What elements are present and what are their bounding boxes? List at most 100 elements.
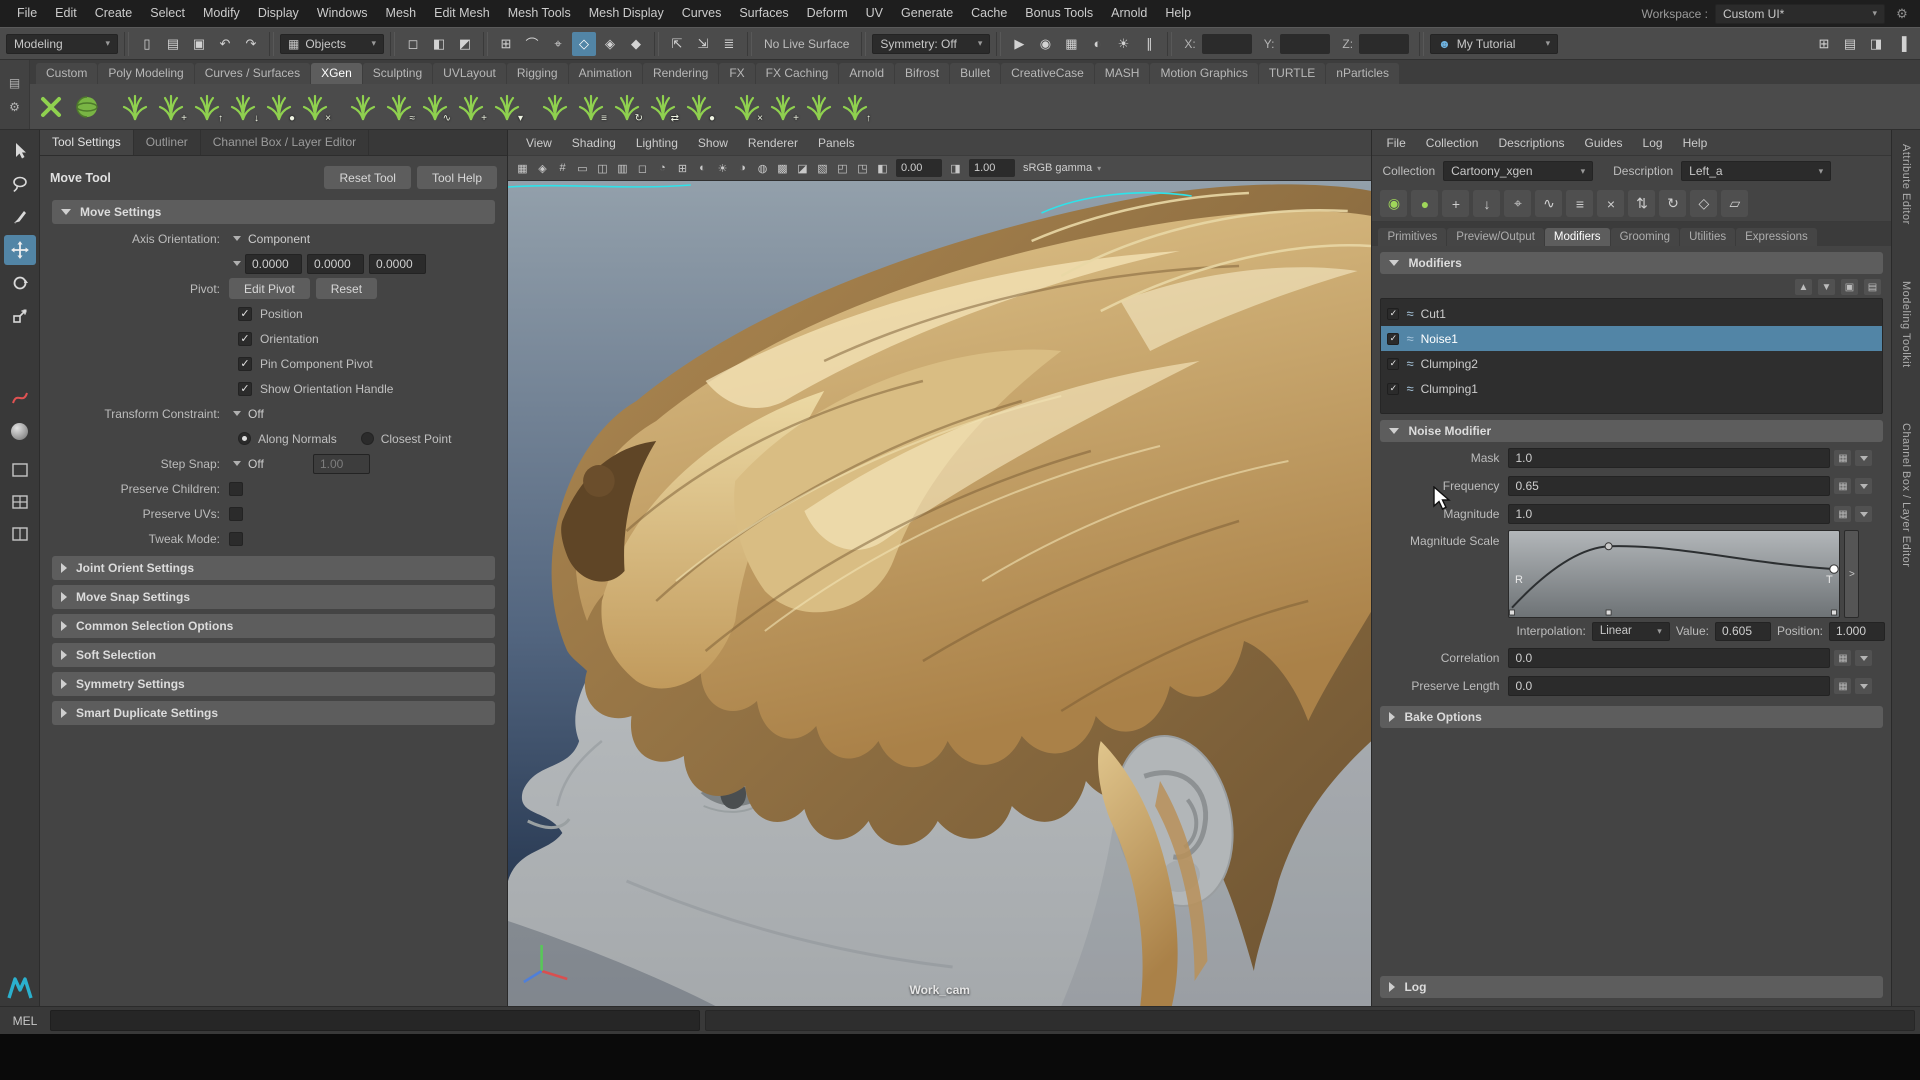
render-settings-icon[interactable]: ▦ [1059,32,1083,56]
paint-select-tool[interactable] [4,202,36,232]
menubar-item-mesh-display[interactable]: Mesh Display [580,0,673,27]
xgen-menu-log[interactable]: Log [1633,136,1673,150]
pin-component-pivot-checkbox[interactable] [238,357,252,371]
move-modifier-down-icon[interactable]: ▼ [1818,279,1835,295]
section-header-common-selection-options[interactable]: Common Selection Options [52,614,495,638]
lighting-icon[interactable]: ☀ [713,158,732,178]
make-live-icon[interactable]: ◆ [624,32,648,56]
left-panel-tab-outliner[interactable]: Outliner [134,130,201,155]
menubar-item-generate[interactable]: Generate [892,0,962,27]
multisample-icon[interactable]: ◪ [793,158,812,178]
reset-pivot-button[interactable]: Reset [316,278,377,299]
save-scene-icon[interactable]: ▣ [187,32,211,56]
gamma-input[interactable]: 1.00 [969,159,1015,177]
xgen-comb-tool-icon[interactable] [538,89,572,125]
shelf-tab-animation[interactable]: Animation [569,63,642,84]
menubar-item-mesh-tools[interactable]: Mesh Tools [499,0,580,27]
xgen-guide-display-icon[interactable]: ◉ [1380,190,1407,217]
orientation-x-input[interactable]: 0.0000 [245,254,302,274]
toggle-modeling-toolkit-icon[interactable]: ⊞ [1812,32,1836,56]
preserve-children-checkbox[interactable] [229,482,243,496]
xgen-smooth-tool-icon[interactable]: ≡ [574,89,608,125]
xgen-list-icon[interactable]: ≡ [1566,190,1593,217]
film-gate-icon[interactable]: ▭ [573,158,592,178]
select-tool[interactable] [4,136,36,166]
shelf-tab-turtle[interactable]: TURTLE [1259,63,1325,84]
workspace-selector[interactable]: Custom UI* [1715,4,1885,24]
mask-input[interactable]: 1.0 [1508,448,1830,468]
section-header-symmetry-settings[interactable]: Symmetry Settings [52,672,495,696]
preserve-uvs-checkbox[interactable] [229,507,243,521]
menubar-item-curves[interactable]: Curves [673,0,731,27]
viewport-menu-panels[interactable]: Panels [808,136,865,150]
modifier-enable-checkbox[interactable] [1387,308,1399,320]
modifiers-section-header[interactable]: Modifiers [1380,252,1883,274]
menubar-item-edit[interactable]: Edit [46,0,86,27]
field-chart-icon[interactable]: ◻ [633,158,652,178]
layout-four-pane[interactable] [4,487,36,517]
symmetry-selector[interactable]: Symmetry: Off [872,34,990,54]
menubar-item-bonus-tools[interactable]: Bonus Tools [1016,0,1102,27]
select-by-object-icon[interactable]: ◧ [427,32,451,56]
shelf-tab-sculpting[interactable]: Sculpting [363,63,432,84]
xgen-create-guide-icon[interactable] [118,89,152,125]
snap-to-grid-icon[interactable]: ⊞ [494,32,518,56]
collection-selector[interactable]: Cartoony_xgen [1443,161,1593,181]
xgen-add-guide-tool-icon[interactable]: + [1442,190,1469,217]
xgen-export-guides-icon[interactable]: ↑ [190,89,224,125]
xgen-append-hair-icon[interactable]: + [766,89,800,125]
texture-map-button[interactable]: ▦ [1834,506,1851,522]
xgen-tab-utilities[interactable]: Utilities [1680,228,1735,246]
texture-map-button[interactable]: ▦ [1834,478,1851,494]
xgen-tab-preview-output[interactable]: Preview/Output [1447,228,1544,246]
xgen-lift-brush-icon[interactable]: ↑ [838,89,872,125]
layout-two-pane[interactable] [4,519,36,549]
xgen-wave-modifier-icon[interactable]: ∿ [418,89,452,125]
orientation-y-input[interactable]: 0.0000 [307,254,364,274]
xgen-reorder-icon[interactable]: ⇅ [1628,190,1655,217]
description-selector[interactable]: Left_a [1681,161,1831,181]
open-scene-icon[interactable]: ▤ [161,32,185,56]
xgen-guide-cv-icon[interactable]: ● [262,89,296,125]
menubar-item-cache[interactable]: Cache [962,0,1016,27]
radio-option-along-normals[interactable]: Along Normals [238,432,337,446]
menubar-item-uv[interactable]: UV [857,0,892,27]
xgen-add-guide-icon[interactable]: + [154,89,188,125]
coordinate-input-z[interactable] [1359,34,1409,54]
menubar-item-modify[interactable]: Modify [194,0,249,27]
modifier-enable-checkbox[interactable] [1387,333,1399,345]
section-header-move-snap-settings[interactable]: Move Snap Settings [52,585,495,609]
duplicate-modifier-icon[interactable]: ▣ [1841,279,1858,295]
modifier-item-clumping1[interactable]: ≈Clumping1 [1381,376,1882,401]
lasso-select-tool[interactable] [4,169,36,199]
shadows-icon[interactable]: ◑ [733,158,752,178]
shelf-tab-uvlayout[interactable]: UVLayout [433,63,506,84]
xgen-noise-tool-icon[interactable]: ∿ [1535,190,1562,217]
new-modifier-icon[interactable]: ▤ [1864,279,1881,295]
new-scene-icon[interactable]: ▯ [135,32,159,56]
toggle-tool-settings-icon[interactable]: ◨ [1864,32,1888,56]
xgen-tab-primitives[interactable]: Primitives [1378,228,1446,246]
shelf-tab-nparticles[interactable]: nParticles [1326,63,1399,84]
xgen-diamond-tool-icon[interactable]: ◇ [1690,190,1717,217]
shelf-tab-bifrost[interactable]: Bifrost [895,63,949,84]
shelf-tab-curves-surfaces[interactable]: Curves / Surfaces [195,63,310,84]
radio-option-closest-point[interactable]: Closest Point [361,432,452,446]
shelf-tab-xgen[interactable]: XGen [311,63,362,84]
select-by-hierarchy-icon[interactable]: ◻ [401,32,425,56]
ambient-occlusion-icon[interactable]: ◍ [753,158,772,178]
menubar-item-windows[interactable]: Windows [308,0,377,27]
scale-tool[interactable] [4,301,36,331]
coordinate-input-x[interactable] [1202,34,1252,54]
snap-to-curve-icon[interactable]: ⌒ [520,32,544,56]
xgen-menu-help[interactable]: Help [1673,136,1718,150]
along-normals-radio[interactable] [238,432,251,445]
color-space-selector[interactable]: sRGB gamma [1019,159,1105,177]
shelf-options-gear-icon[interactable]: ⚙ [9,100,20,114]
viewport-menu-show[interactable]: Show [688,136,738,150]
xgen-tab-modifiers[interactable]: Modifiers [1545,228,1610,246]
shelf-tab-bullet[interactable]: Bullet [950,63,1000,84]
shelf-tab-custom[interactable]: Custom [36,63,97,84]
section-header-smart-duplicate-settings[interactable]: Smart Duplicate Settings [52,701,495,725]
exposure-icon[interactable]: ◧ [873,158,892,178]
